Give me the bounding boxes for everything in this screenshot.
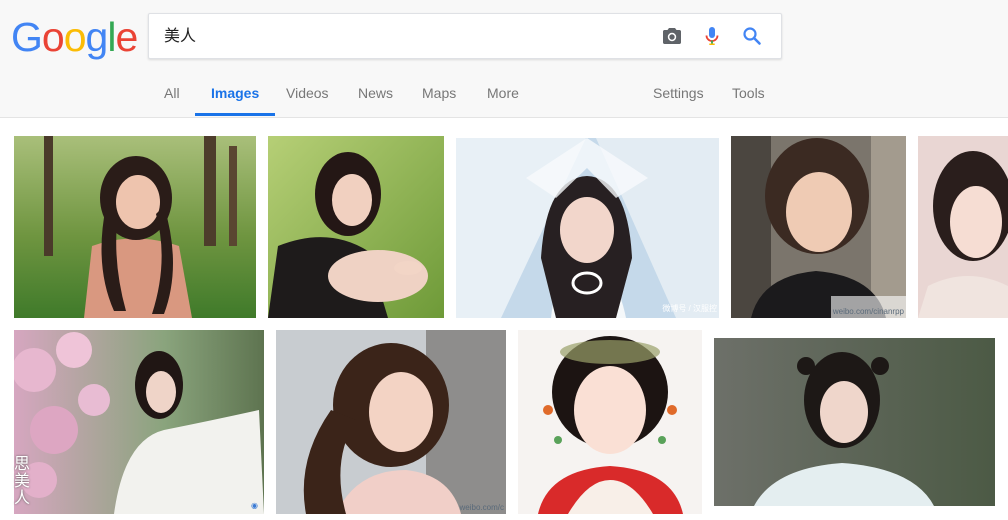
logo-letter: G	[11, 14, 43, 60]
tab-news[interactable]: News	[358, 75, 393, 117]
image-result-5[interactable]	[918, 136, 1008, 318]
tab-all[interactable]: All	[164, 75, 180, 117]
microphone-icon[interactable]	[700, 24, 724, 48]
image-result-4[interactable]: weibo.com/cinanrpp	[731, 136, 906, 318]
image-watermark: weibo.com/cinanrpp	[832, 307, 904, 316]
image-result-9[interactable]	[714, 338, 995, 506]
search-tabs: All Images Videos News Maps More Setting…	[0, 75, 1008, 117]
image-result-3[interactable]: 微博号 / 汉服控	[456, 138, 719, 318]
image-result-7[interactable]: weibo.com/c	[276, 330, 506, 514]
calligraphy-watermark: 思美人	[14, 454, 31, 507]
tab-maps[interactable]: Maps	[422, 75, 456, 117]
image-watermark: ◉	[251, 501, 258, 510]
image-result-8[interactable]	[518, 330, 702, 514]
tools-link[interactable]: Tools	[732, 75, 765, 117]
image-watermark: 微博号 / 汉服控	[662, 304, 717, 313]
image-result-6[interactable]: ◉	[14, 330, 264, 514]
logo-letter: g	[85, 14, 109, 60]
header: Google All Images Videos News Maps More …	[0, 0, 1008, 118]
search-icon[interactable]	[740, 24, 764, 48]
search-input[interactable]	[164, 14, 634, 58]
image-result-2[interactable]	[268, 136, 444, 318]
logo-letter: l	[107, 14, 116, 60]
logo-letter: o	[63, 14, 87, 60]
camera-icon[interactable]	[660, 24, 684, 48]
logo-letter: e	[115, 14, 138, 60]
settings-link[interactable]: Settings	[653, 75, 704, 117]
google-logo[interactable]: Google	[11, 14, 138, 60]
logo-letter: o	[41, 14, 65, 60]
tab-videos[interactable]: Videos	[286, 75, 329, 117]
search-box	[148, 13, 782, 59]
image-watermark: weibo.com/c	[459, 503, 504, 512]
tab-more[interactable]: More	[487, 75, 519, 117]
tab-images[interactable]: Images	[194, 75, 276, 117]
image-result-1[interactable]	[14, 136, 256, 318]
